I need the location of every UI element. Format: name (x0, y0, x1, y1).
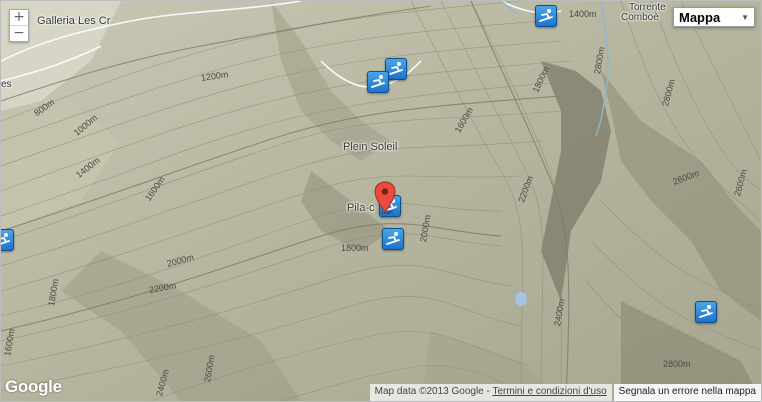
place-label-plein-soleil: Plein Soleil (343, 141, 398, 153)
ski-lift-marker[interactable] (695, 301, 717, 323)
skier-icon (699, 305, 713, 318)
ski-lift-marker[interactable] (382, 228, 404, 250)
zoom-control: + − (9, 9, 29, 42)
contour-label: 1400m (569, 9, 597, 19)
ski-lift-marker[interactable] (367, 71, 389, 93)
map-type-selected: Mappa (679, 9, 721, 25)
contour-label: 1800m (341, 243, 369, 253)
contour-label: 2800m (663, 359, 691, 369)
google-logo[interactable]: Google (5, 377, 62, 397)
map-type-select[interactable]: Mappa ▼ (673, 7, 755, 27)
zoom-out-button[interactable]: − (10, 25, 28, 41)
map-data-label: Map data ©2013 Google (374, 386, 484, 397)
skier-icon (371, 75, 385, 88)
terms-link[interactable]: Termini e condizioni d'uso (492, 386, 606, 397)
location-pin[interactable] (374, 181, 396, 215)
triangle-down-icon: ▼ (741, 12, 749, 22)
attribution-text: Map data ©2013 Google - Termini e condiz… (369, 384, 612, 401)
place-label-edge-es: es (1, 79, 12, 90)
place-label-comboe: Comboè (621, 12, 659, 23)
map-canvas[interactable]: Galleria Les Cr Torrente Comboè Plein So… (0, 0, 762, 402)
attribution-bar: Map data ©2013 Google - Termini e condiz… (369, 384, 761, 401)
skier-icon (386, 232, 400, 245)
skier-icon (389, 62, 403, 75)
map-pin-icon (374, 181, 396, 214)
ski-lift-marker[interactable] (1, 229, 14, 251)
skier-icon (539, 9, 553, 22)
place-label-galleria: Galleria Les Cr (37, 15, 111, 27)
skier-icon (1, 233, 10, 245)
place-label-pila: Pila-c (347, 202, 375, 214)
zoom-in-button[interactable]: + (10, 10, 28, 25)
ski-lift-marker[interactable] (535, 5, 557, 27)
report-error-link[interactable]: Segnala un errore nella mappa (613, 384, 761, 401)
